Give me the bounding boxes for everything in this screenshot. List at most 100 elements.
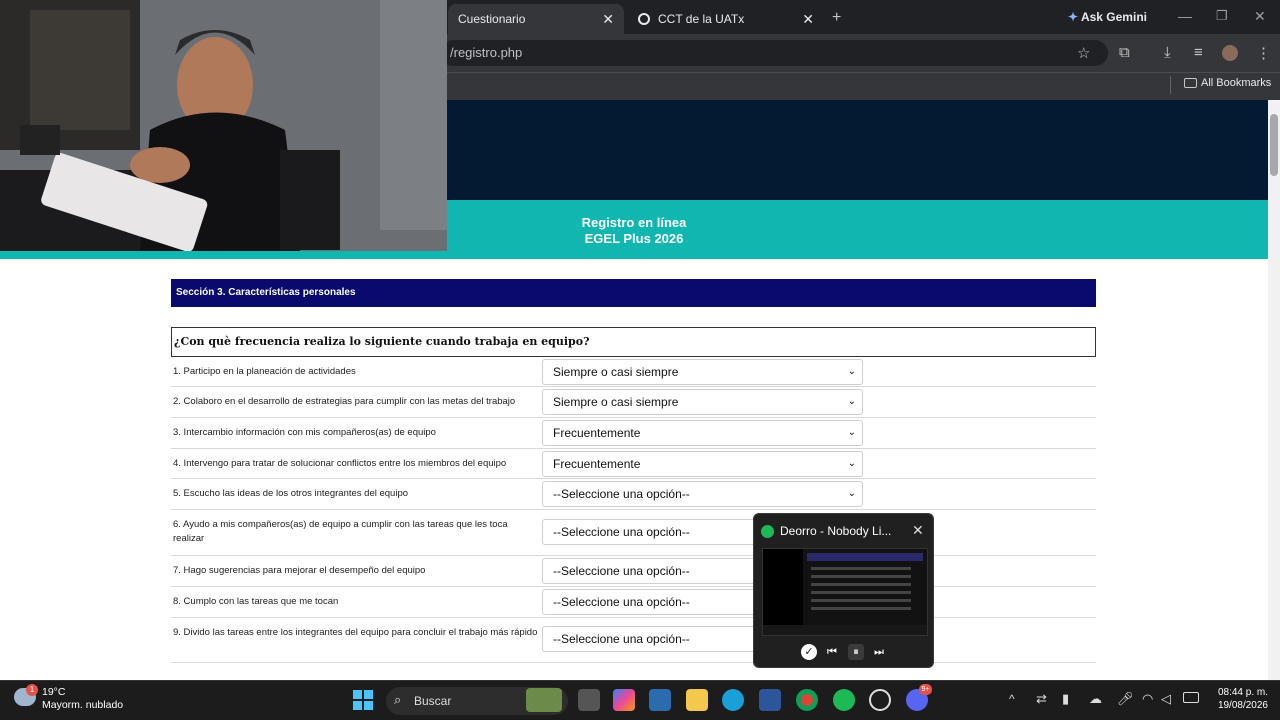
weather-desc: Mayorm. nublado <box>42 699 124 711</box>
battery-icon[interactable] <box>1183 692 1199 703</box>
scrollbar-thumb[interactable] <box>1270 114 1278 176</box>
select-value: --Seleccione una opción-- <box>553 525 690 539</box>
select-value: Siempre o casi siempre <box>553 365 679 379</box>
select-value: --Seleccione una opción-- <box>553 564 690 578</box>
answer-select[interactable]: Siempre o casi siempre ⌄ <box>542 389 863 415</box>
next-icon[interactable]: ⏭ <box>871 644 887 660</box>
question-row: 1. Participo en la planeación de activid… <box>171 357 1096 387</box>
question-row: 8. Cumplo con las tareas que me tocan --… <box>171 587 1096 618</box>
tray-audio-levels-icon[interactable]: ▮ <box>1062 691 1069 707</box>
tab-cuestionario[interactable]: Cuestionario ✕ <box>448 4 624 34</box>
question-row: 6. Ayudo a mis compañeros(as) de equipo … <box>171 510 1096 556</box>
weather-badge: 1 <box>26 684 38 696</box>
edge-icon[interactable] <box>722 689 744 711</box>
tab-close-icon[interactable]: ✕ <box>802 11 814 28</box>
profile-avatar[interactable] <box>1222 45 1238 61</box>
word-icon[interactable] <box>759 689 781 711</box>
select-value: Siempre o casi siempre <box>553 395 679 409</box>
select-value: Frecuentemente <box>553 426 641 440</box>
window-preview[interactable] <box>762 548 928 636</box>
answer-select[interactable]: Frecuentemente ⌄ <box>542 451 863 477</box>
select-value: --Seleccione una opción-- <box>553 595 690 609</box>
answer-select[interactable]: --Seleccione una opción-- ⌄ <box>542 481 863 507</box>
ask-gemini-button[interactable]: ✦ Ask Gemini <box>1068 10 1147 24</box>
all-bookmarks-label: All Bookmarks <box>1201 77 1272 89</box>
microphone-icon[interactable]: 🎤︎ <box>1117 691 1134 707</box>
restore-icon[interactable]: ❐ <box>1216 8 1228 24</box>
previous-icon[interactable]: ⏮ <box>824 644 840 660</box>
taskbar-clock[interactable]: 08:44 p. m. 19/08/2026 <box>1208 686 1268 712</box>
reading-list-icon[interactable]: ≡ <box>1194 44 1203 61</box>
wifi-icon[interactable]: ◠ <box>1142 691 1153 707</box>
chevron-down-icon: ⌄ <box>847 427 856 438</box>
search-highlight-icon <box>526 688 562 712</box>
pause-icon[interactable]: ⏸ <box>848 644 864 660</box>
item-label: 9. Divido las tareas entre los integrant… <box>173 627 538 638</box>
select-value: --Seleccione una opción-- <box>553 632 690 646</box>
chevron-down-icon: ⌄ <box>847 488 856 499</box>
question-row: 2. Colaboro en el desarrollo de estrateg… <box>171 387 1096 418</box>
question-row: 7. Hago sugerencias para mejorar el dese… <box>171 556 1096 587</box>
question-row: 9. Divido las tareas entre los integrant… <box>171 618 1096 663</box>
windows-start-icon[interactable] <box>353 690 373 710</box>
tab-title: CCT de la UATx <box>658 12 745 26</box>
bookmark-star-icon[interactable]: ☆ <box>1077 44 1090 62</box>
question-row: 3. Intercambio información con mis compa… <box>171 418 1096 449</box>
answer-select[interactable]: Siempre o casi siempre ⌄ <box>542 359 863 385</box>
select-value: Frecuentemente <box>553 457 641 471</box>
chrome-icon[interactable] <box>796 689 818 711</box>
weather-widget[interactable]: 19°C Mayorm. nublado <box>42 686 123 712</box>
tab-cct[interactable]: CCT de la UATx ✕ <box>628 4 824 34</box>
item-label: 4. Intervengo para tratar de solucionar … <box>173 458 507 469</box>
item-label: 5. Escucho las ideas de los otros integr… <box>173 488 409 499</box>
file-explorer-icon[interactable] <box>686 689 708 711</box>
question-row: 4. Intervengo para tratar de solucionar … <box>171 449 1096 479</box>
spotify-mini-player[interactable]: Deorro - Nobody Li... ✕ ✓ ⏮ ⏸ ⏭ <box>753 513 934 668</box>
clock-time: 08:44 p. m. <box>1217 687 1268 698</box>
page-title-line1: Registro en línea <box>581 215 687 230</box>
all-bookmarks-button[interactable]: All Bookmarks <box>1184 77 1271 89</box>
tab-favicon-icon <box>638 13 650 25</box>
chevron-down-icon: ⌄ <box>847 458 856 469</box>
extensions-icon[interactable]: ⧉ <box>1119 44 1130 61</box>
item-label: 2. Colaboro en el desarrollo de estrateg… <box>173 396 516 407</box>
page-scrollbar[interactable] <box>1268 100 1280 680</box>
cloud-icon[interactable]: ☁ <box>1089 691 1102 707</box>
track-title: Deorro - Nobody Li... <box>780 524 892 538</box>
ask-gemini-label: Ask Gemini <box>1080 10 1147 24</box>
question-heading: ¿Con què frecuencia realiza lo siguiente… <box>171 327 1096 357</box>
chevron-down-icon: ⌄ <box>847 366 856 377</box>
download-icon[interactable]: ⤓ <box>1164 44 1171 61</box>
check-icon[interactable]: ✓ <box>801 644 817 660</box>
copilot-icon[interactable] <box>613 689 635 711</box>
menu-kebab-icon[interactable]: ⋮ <box>1256 44 1271 62</box>
item-label: 7. Hago sugerencias para mejorar el dese… <box>173 565 426 576</box>
chatgpt-icon[interactable] <box>869 689 891 711</box>
discord-badge: 9+ <box>919 684 932 695</box>
chevron-up-icon[interactable]: ^ <box>1009 692 1015 706</box>
tab-close-icon[interactable]: ✕ <box>602 11 614 28</box>
webcam-overlay <box>0 0 447 251</box>
window-close-icon[interactable]: ✕ <box>1254 8 1266 25</box>
page-title: Registro en línea EGEL Plus 2026 <box>540 215 728 247</box>
task-view-icon[interactable] <box>578 689 600 711</box>
clock-date: 19/08/2026 <box>1217 700 1268 711</box>
weather-temp: 19°C <box>42 686 66 698</box>
tray-settings-icon[interactable]: ⇄ <box>1036 691 1047 707</box>
gemini-sparkle-icon: ✦ <box>1068 10 1079 24</box>
new-tab-button[interactable]: + <box>832 9 841 27</box>
tab-title: Cuestionario <box>458 12 526 26</box>
answer-select[interactable]: Frecuentemente ⌄ <box>542 420 863 446</box>
spotify-taskbar-icon[interactable] <box>833 689 855 711</box>
item-label: 8. Cumplo con las tareas que me tocan <box>173 596 339 607</box>
item-label: 6. Ayudo a mis compañeros(as) de equipo … <box>173 519 508 544</box>
minimize-icon[interactable]: — <box>1178 8 1192 24</box>
close-icon[interactable]: ✕ <box>912 522 924 539</box>
address-bar[interactable]: /registro.php <box>440 40 1108 66</box>
section-header: Sección 3. Características personales <box>171 279 1096 307</box>
volume-icon[interactable]: ◁ <box>1161 691 1171 707</box>
preview-image <box>763 549 927 635</box>
store-icon[interactable] <box>649 689 671 711</box>
select-value: --Seleccione una opción-- <box>553 487 690 501</box>
question-row: 5. Escucho las ideas de los otros integr… <box>171 479 1096 510</box>
